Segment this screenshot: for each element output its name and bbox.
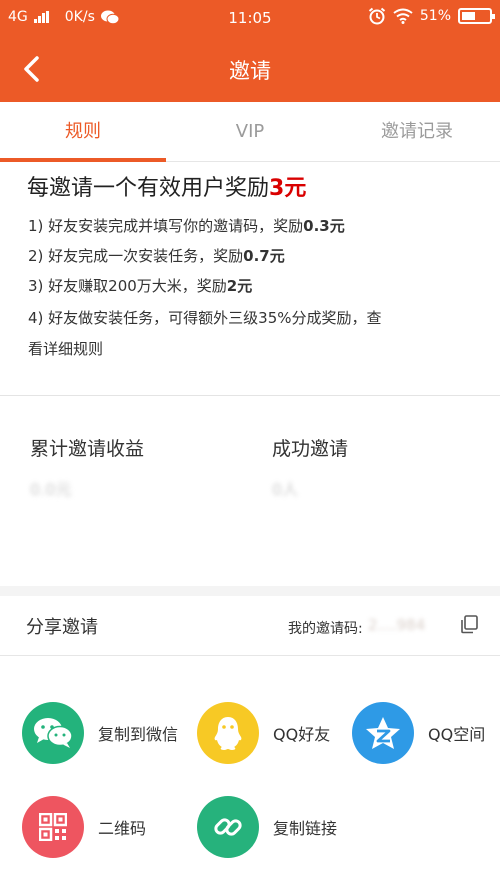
rule-reward: 0.3元 [303,217,345,235]
invited-value: 0人 [272,480,299,499]
link-icon [197,796,259,858]
rule-item: 3) 好友赚取200万大米，奖励2元 [28,271,252,301]
share-header: 分享邀请 我的邀请码: 2....984 [0,596,500,656]
rule-text: 看详细规则 [28,340,104,358]
rule-text: 2) 好友完成一次安装任务，奖励 [28,247,244,265]
rule-text: 3) 好友赚取200万大米，奖励 [28,277,227,295]
rules-headline: 每邀请一个有效用户奖励3元 [27,170,306,202]
rule-item: 1) 好友安装完成并填写你的邀请码，奖励0.3元 [28,211,345,241]
share-qq-label: QQ好友 [273,725,331,744]
copy-icon[interactable] [459,614,479,634]
rules-section: 每邀请一个有效用户奖励3元 1) 好友安装完成并填写你的邀请码，奖励0.3元 2… [0,162,500,396]
tab-bar: 规则 VIP 邀请记录 [0,102,500,162]
wechat-icon [22,702,84,764]
tab-invite-records[interactable]: 邀请记录 [334,102,500,162]
share-wechat-label: 复制到微信 [98,725,179,744]
share-qrcode-label: 二维码 [98,819,147,838]
headline-text: 每邀请一个有效用户奖励 [27,176,270,201]
rule-text: 1) 好友安装完成并填写你的邀请码，奖励 [28,217,304,235]
share-section: 分享邀请 我的邀请码: 2....984 复制到微信 QQ好友 QQ空间 二维码… [0,596,500,889]
share-title: 分享邀请 [26,617,98,638]
invite-code-label: 我的邀请码: [288,621,363,637]
nav-bar: 邀请 [0,36,500,102]
share-qrcode-button[interactable]: 二维码 [22,796,146,858]
share-qq-button[interactable]: QQ好友 [197,702,330,764]
tab-rules[interactable]: 规则 [0,102,166,162]
share-link-button[interactable]: 复制链接 [197,796,337,858]
invite-stats: 累计邀请收益 0.0元 成功邀请 0人 [0,396,500,586]
qq-icon [197,702,259,764]
invited-label: 成功邀请 [272,438,349,460]
rule-item: 2) 好友完成一次安装任务，奖励0.7元 [28,241,285,271]
qzone-icon [352,702,414,764]
status-bar: 4G 0K/s 11:05 51% [0,0,500,36]
invite-code-value: 2....984 [368,616,426,634]
tab-vip[interactable]: VIP [167,102,333,162]
battery-icon [458,8,495,24]
page-title: 邀请 [229,59,271,83]
battery-percent: 51% [419,8,451,24]
earnings-label: 累计邀请收益 [30,438,145,460]
headline-amount: 3元 [269,176,307,201]
rule-item: 4) 好友做安装任务，可得额外三级35%分成奖励，查 [28,303,382,333]
share-qzone-label: QQ空间 [428,725,486,744]
rule-reward: 0.7元 [243,247,285,265]
share-wechat-button[interactable]: 复制到微信 [22,702,178,764]
share-link-label: 复制链接 [273,819,338,838]
qrcode-icon [22,796,84,858]
alarm-icon [368,7,386,25]
wifi-icon [393,8,413,24]
rule-reward: 2元 [226,277,253,295]
rule-text: 4) 好友做安装任务，可得额外三级35%分成奖励，查 [28,309,382,327]
rule-item-detail-link[interactable]: 看详细规则 [28,334,103,364]
earnings-value: 0.0元 [30,480,72,499]
share-qzone-button[interactable]: QQ空间 [352,702,485,764]
status-right: 51% [368,7,495,25]
